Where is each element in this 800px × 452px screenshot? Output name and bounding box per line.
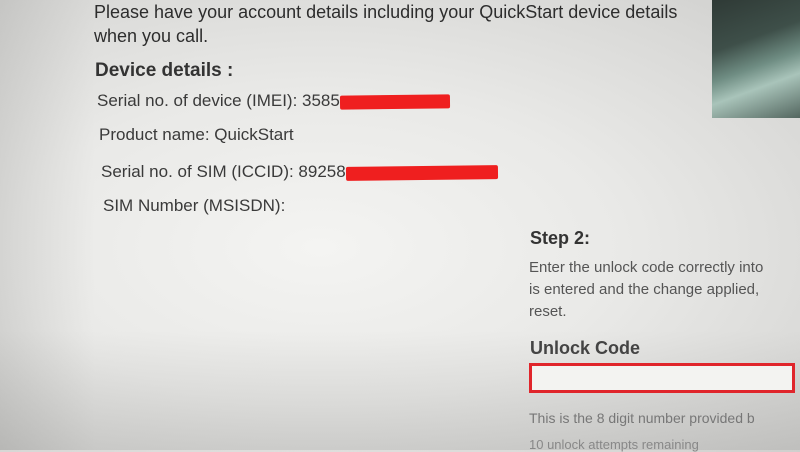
call-notice: Please have your account details includi… <box>94 0 714 48</box>
iccid-row: Serial no. of SIM (ICCID): 89258 <box>101 162 498 182</box>
iccid-label: Serial no. of SIM (ICCID): 89258 <box>101 162 346 181</box>
imei-row: Serial no. of device (IMEI): 3585 <box>97 91 450 111</box>
msisdn-label: SIM Number (MSISDN): <box>103 196 286 215</box>
device-photo <box>712 0 800 118</box>
step-2-line-1: Enter the unlock code correctly into <box>529 259 764 276</box>
step-2-line-2: is entered and the change applied, <box>529 281 760 298</box>
product-name: Product name: QuickStart <box>99 125 294 144</box>
unlock-code-help: This is the 8 digit number provided b <box>529 410 755 426</box>
call-notice-line-2: when you call. <box>94 26 209 46</box>
unlock-code-label: Unlock Code <box>530 338 641 358</box>
device-details-heading: Device details : <box>95 60 234 81</box>
imei-label: Serial no. of device (IMEI): 3585 <box>97 91 340 110</box>
call-notice-line-1: Please have your account details includi… <box>94 2 678 22</box>
iccid-redaction <box>345 164 498 181</box>
step-2-line-3: reset. <box>529 303 567 320</box>
imei-redaction <box>339 93 450 110</box>
step-2-title: Step 2: <box>530 228 591 248</box>
step-2-instructions: Enter the unlock code correctly into is … <box>529 257 800 323</box>
unlock-code-input[interactable] <box>529 363 795 393</box>
